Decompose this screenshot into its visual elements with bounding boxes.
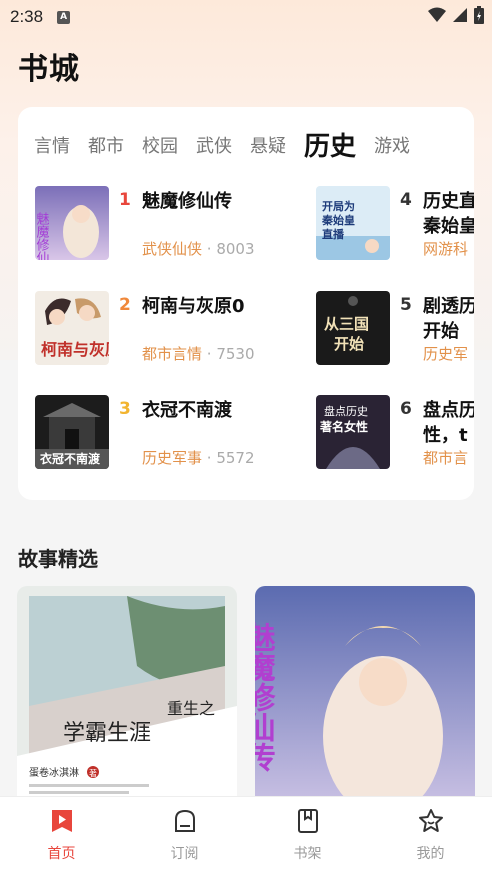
cover-text: 魅魔修仙传 [35,212,49,260]
rank-number: 2 [119,295,131,315]
book-meta: 网游科 [423,238,468,259]
cover-text: 著名女性 [319,419,368,434]
bottom-navigation: 首页 订阅 书架 我的 [0,796,492,874]
rank-item[interactable]: 魅魔修仙传 1 魅魔修仙传 武侠仙侠 · 8003 [35,186,255,262]
cover-text: 直播 [322,227,345,241]
tab-urban[interactable]: 都市 [88,129,124,165]
book-category: 武侠仙侠 [142,240,203,258]
rank-item[interactable]: 柯南与灰原 2 柯南与灰原0 都市言情 · 7530 [35,291,255,367]
nav-home[interactable]: 首页 [0,797,123,874]
rank-item[interactable]: 衣冠不南渡 3 衣冠不南渡 历史军事 · 5572 [35,395,255,471]
star-face-icon [418,809,443,832]
status-bar: 2:38 A [0,0,492,34]
book-category: 历史军 [423,345,469,363]
nav-subscribe[interactable]: 订阅 [123,797,246,874]
story-title-line1: 重生之 [167,699,215,718]
book-category: 网游科 [423,240,469,258]
rank-number: 1 [119,190,131,210]
meta-separator: · [202,449,217,467]
book-meta: 武侠仙侠 · 8003 [142,238,255,259]
signal-icon [453,8,467,22]
story-title: 魅魔修仙传 [255,622,277,772]
author-suffix: 著 [89,768,97,778]
book-title: 剧透历 [423,296,474,317]
cover-text: 秦始皇 [321,213,355,227]
book-category: 都市言情 [142,345,203,363]
tab-mystery[interactable]: 悬疑 [250,129,286,165]
book-cover: 开局为 秦始皇 直播 [316,186,390,260]
book-cover: 魅魔修仙传 [35,186,109,260]
book-count: 7530 [216,345,255,363]
rank-number: 5 [400,295,412,315]
book-meta: 都市言情 · 7530 [142,343,255,364]
cover-text: 从三国 [324,315,369,333]
rank-number: 6 [400,399,412,419]
rank-item[interactable]: 盘点历史 著名女性 6 盘点历 性，t 都市言 [316,395,474,471]
tab-games[interactable]: 游戏 [374,129,410,165]
book-category: 历史军事 [142,449,203,467]
meta-separator: · [202,240,217,258]
page-title: 书城 [18,52,80,87]
book-meta: 历史军事 · 5572 [142,447,255,468]
wifi-icon [428,7,446,22]
section-title: 故事精选 [18,547,98,571]
rank-number: 4 [400,190,412,210]
book-cover: 衣冠不南渡 [35,395,109,469]
book-meta: 历史军 [423,343,468,364]
tab-wuxia[interactable]: 武侠 [196,129,232,165]
story-card[interactable]: 魅魔修仙传 [255,586,475,816]
book-meta: 都市言 [423,447,468,468]
nav-profile[interactable]: 我的 [369,797,492,874]
cover-text: 开始 [334,335,364,353]
tab-history[interactable]: 历史 [304,129,356,165]
book-count: 8003 [216,240,255,258]
meta-separator: · [202,345,217,363]
book-title-line2: 开始 [423,321,459,342]
book-cover: 柯南与灰原 [35,291,109,365]
bookmark-play-icon [51,810,72,832]
cover-text: 衣冠不南渡 [40,451,101,466]
book-cover: 从三国 开始 [316,291,390,365]
category-tabs: 言情 都市 校园 武侠 悬疑 历史 游戏 [34,125,428,165]
status-icons [428,6,484,24]
book-title-line2: 秦始皇 [423,216,474,237]
book-cover: 盘点历史 著名女性 [316,395,390,469]
book-title-line2: 性，t [423,425,468,446]
story-card[interactable]: 重生之 学霸生涯 蛋卷冰淇淋 著 [17,586,237,816]
cover-text: 柯南与灰原 [41,340,109,359]
tab-romance[interactable]: 言情 [34,129,70,165]
book-title: 盘点历 [423,400,474,421]
notification-icon: A [57,10,71,24]
tab-campus[interactable]: 校园 [142,129,178,165]
battery-icon [474,6,484,24]
nav-label: 书架 [293,846,322,862]
book-count: 5572 [216,449,255,467]
cover-text: 盘点历史 [324,404,368,418]
story-author: 蛋卷冰淇淋 [29,766,79,779]
nav-label: 订阅 [170,846,199,862]
nav-bookshelf[interactable]: 书架 [246,797,369,874]
book-title: 历史直 [423,191,474,212]
cover-text: 开局为 [322,199,355,213]
rank-item[interactable]: 从三国 开始 5 剧透历 开始 历史军 [316,291,474,367]
book-title: 魅魔修仙传 [142,191,232,212]
subscribe-icon [174,809,195,832]
ranking-card: 言情 都市 校园 武侠 悬疑 历史 游戏 魅魔修仙传 1 魅魔修仙传 武侠仙侠 … [18,107,474,500]
status-time: 2:38 [10,7,44,26]
rank-number: 3 [119,399,131,419]
book-category: 都市言 [423,449,469,467]
book-title: 柯南与灰原0 [142,296,245,317]
story-title-line2: 学霸生涯 [63,721,151,746]
book-title: 衣冠不南渡 [142,400,232,421]
rank-item[interactable]: 开局为 秦始皇 直播 4 历史直 秦始皇 网游科 [316,186,474,262]
nav-label: 我的 [416,846,445,862]
nav-label: 首页 [47,846,76,862]
bookshelf-icon [297,809,318,833]
